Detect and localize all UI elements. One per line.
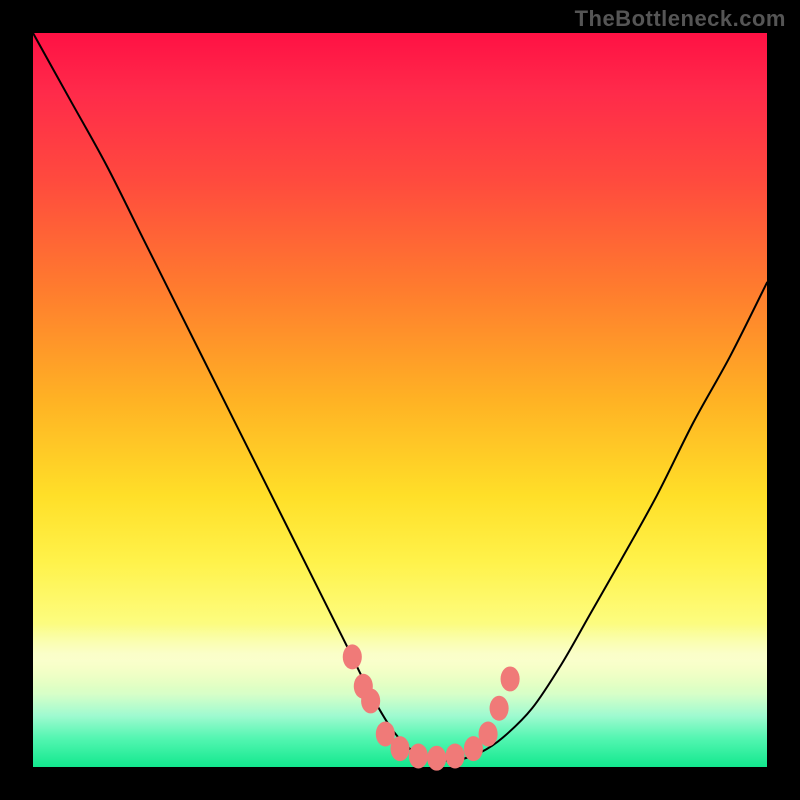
curve-layer [33, 33, 767, 767]
plot-area [33, 33, 767, 767]
bottleneck-curve [33, 33, 767, 761]
threshold-dot [427, 746, 446, 771]
watermark-text: TheBottleneck.com [575, 6, 786, 32]
threshold-dots [343, 644, 520, 770]
threshold-dot [479, 721, 498, 746]
threshold-dot [390, 736, 409, 761]
threshold-dot [409, 744, 428, 769]
chart-frame: TheBottleneck.com [0, 0, 800, 800]
threshold-dot [501, 666, 520, 691]
threshold-dot [490, 696, 509, 721]
threshold-dot [343, 644, 362, 669]
threshold-dot [446, 744, 465, 769]
threshold-dot [361, 688, 380, 713]
